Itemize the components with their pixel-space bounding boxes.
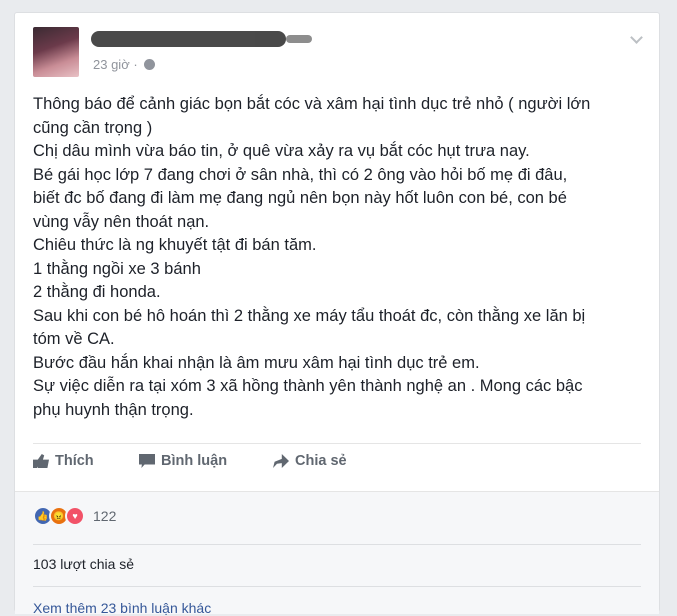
footer-divider [33, 544, 641, 545]
post-line: cũng cần trọng ) [33, 118, 153, 137]
reaction-count[interactable]: 122 [93, 508, 116, 524]
post-line: 1 thằng ngồi xe 3 bánh [33, 259, 201, 278]
actions-divider [33, 443, 641, 444]
post-card: 23 giờ · Thông báo để cảnh giác bọn bắt … [14, 12, 660, 616]
post-line: Thông báo để cảnh giác bọn bắt cóc và xâ… [33, 95, 591, 113]
author-name-redacted[interactable] [91, 31, 312, 47]
post-line: phụ huynh thận trọng. [33, 400, 194, 419]
post-footer: 👍 😠 ♥ 122 103 lượt chia sẻ Xem thêm 23 b… [15, 491, 659, 616]
like-button[interactable]: Thích [33, 453, 94, 469]
post-line: tóm về CA. [33, 330, 115, 348]
author-avatar[interactable] [33, 27, 79, 77]
share-label: Chia sẻ [295, 453, 347, 469]
post-header: 23 giờ · [33, 27, 659, 87]
post-meta: 23 giờ · [93, 57, 156, 72]
post-line: vùng vẫy nên thoát nạn. [33, 212, 210, 231]
post-line: Chiêu thức là ng khuyết tật đi bán tăm. [33, 236, 317, 254]
post-line: Bước đầu hắn khai nhận là âm mưu xâm hại… [33, 353, 480, 372]
reactions-summary[interactable]: 👍 😠 ♥ 122 [33, 506, 116, 526]
post-line: Sau khi con bé hô hoán thì 2 thằng xe má… [33, 306, 586, 325]
share-icon [273, 454, 289, 468]
share-count[interactable]: 103 lượt chia sẻ [33, 556, 134, 572]
post-line: 2 thằng đi honda. [33, 283, 161, 301]
post-line: Chị dâu mình vừa báo tin, ở quê vừa xảy … [33, 142, 530, 160]
comment-label: Bình luận [161, 453, 228, 469]
share-button[interactable]: Chia sẻ [273, 453, 347, 469]
post-line: Sự việc diễn ra tại xóm 3 xã hồng thành … [33, 377, 583, 395]
post-body: Thông báo để cảnh giác bọn bắt cóc và xâ… [33, 93, 648, 422]
post-line: biết đc bố đang đi làm mẹ đang ngủ nên b… [33, 189, 567, 207]
post-line: Bé gái học lớp 7 đang chơi ở sân nhà, th… [33, 165, 568, 184]
thumbs-up-icon [33, 454, 49, 468]
post-actions: Thích Bình luận Chia sẻ [33, 453, 633, 479]
comment-button[interactable]: Bình luận [139, 453, 227, 469]
more-comments-link[interactable]: Xem thêm 23 bình luận khác [33, 600, 211, 616]
like-label: Thích [55, 453, 94, 469]
comment-icon [139, 454, 155, 468]
globe-icon [144, 59, 156, 70]
post-timestamp[interactable]: 23 giờ · [93, 57, 138, 72]
footer-divider [33, 586, 641, 587]
love-reaction-icon: ♥ [65, 506, 85, 526]
